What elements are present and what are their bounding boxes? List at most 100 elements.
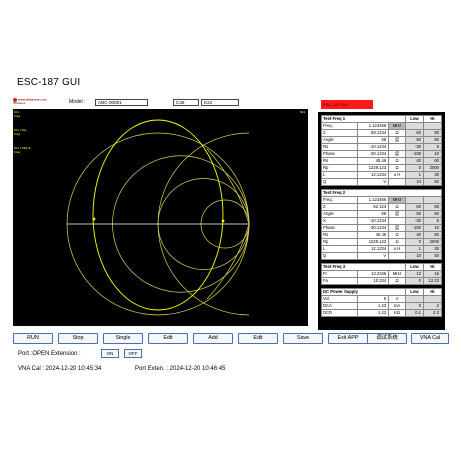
cell-name: DCA [321, 302, 358, 310]
cell-value: -30.1234 [356, 150, 390, 158]
smith-chart-panel: S11 Freq S11 / Ref Freq S11 / REF B Freq… [13, 109, 308, 326]
cell-value: 10.234 [356, 277, 390, 285]
cell-name: Freq. [321, 122, 358, 130]
results-panel: Test Freq 1 Low Hi Freq. 1.123456 MHz Z 58.1… [318, 112, 445, 330]
status-badge: ESC-187 GUI [321, 100, 373, 109]
cell-value: 45.46 [356, 157, 390, 165]
stop-button[interactable]: Stop [58, 333, 98, 344]
table-row: Rp 1229.123 Ω 0 2000 [321, 164, 443, 172]
cell-low [404, 122, 424, 130]
cell-hi [422, 122, 443, 130]
cell-value: -30.1234 [356, 224, 390, 232]
cell-hi: 80 [422, 129, 443, 137]
cell-hi: 12.23 [422, 277, 443, 285]
low-header: Low [404, 263, 424, 271]
cell-unit [388, 252, 406, 260]
table-row: X -10.1234 -30 5 [321, 217, 443, 225]
cell-low: 10 [404, 178, 424, 186]
marker-2 [221, 219, 225, 223]
cell-name: Rp [321, 164, 358, 172]
exit-app-button[interactable]: Exit APP [328, 333, 368, 344]
table-row: Q V 10 50 [321, 252, 443, 260]
cell-unit: Ω [388, 164, 406, 172]
cell-low: 60 [404, 129, 424, 137]
cell-unit: Ω [388, 157, 406, 165]
edit-2-button[interactable]: Edit [238, 333, 278, 344]
chart-legend: S11 Freq S11 / Ref Freq S11 / REF B Freq [14, 110, 30, 154]
cell-unit: KΩ [388, 309, 406, 317]
table-row: Fa 10.234 Ω 0 12.23 [321, 277, 443, 285]
cell-hi: 50 [422, 252, 443, 260]
cell-hi: 15 [422, 270, 443, 278]
extension-off-button[interactable]: OFF [124, 349, 142, 358]
cell-low: 0 [404, 302, 424, 310]
dc-power-table: DC Power Supply Low Hi Vol. 5 V DCA 1.23 mA 0 2… [321, 288, 443, 317]
cell-unit: u H [388, 171, 406, 179]
cell-name: X [321, 217, 358, 225]
cell-low: 50 [404, 136, 424, 144]
cell-name: Rs [321, 143, 358, 151]
cell-value: 1.23 [356, 302, 390, 310]
cell-hi: 2000 [422, 164, 443, 172]
vna-cal-timestamp: VNA Cal : 2024-12-20 10:45:34 [18, 366, 102, 372]
cell-value: -10.1234 [356, 217, 390, 225]
cell-unit: u H [388, 245, 406, 253]
cell-low: 0.1 [404, 309, 424, 317]
smith-chart [66, 119, 250, 316]
cell-name: Phase [321, 224, 358, 232]
table-row: Angle 58 度 50 60 [321, 136, 443, 144]
cell-hi: 60 [422, 231, 443, 239]
cell-hi: 80 [422, 203, 443, 211]
save-button[interactable]: Save [283, 333, 323, 344]
e22-field[interactable]: E22 [201, 99, 239, 106]
cell-hi: 60 [422, 157, 443, 165]
cell-low: 0 [404, 277, 424, 285]
chart-tag: S11 [299, 110, 305, 114]
single-button[interactable]: Single [103, 333, 143, 344]
port-exten-timestamp: Port Exten. : 2024-12-20 10:46:45 [135, 366, 226, 372]
cell-unit: mA [388, 302, 406, 310]
hi-header: Hi [422, 288, 443, 296]
cell-unit [388, 178, 406, 186]
cell-low: 50 [404, 210, 424, 218]
edit-button[interactable]: Edit [148, 333, 188, 344]
cell-low: -100 [404, 224, 424, 232]
cell-unit: MHz [388, 270, 406, 278]
cell-value: 62.123 [356, 203, 390, 211]
low-header: Low [404, 115, 424, 123]
cell-value: 58 [356, 210, 390, 218]
cell-name: L [321, 245, 358, 253]
cell-value: 1.123456 [356, 196, 390, 204]
add-button[interactable]: Add [193, 333, 233, 344]
extension-on-button[interactable]: ON [101, 349, 119, 358]
app-title: ESC-187 GUI [17, 77, 81, 88]
cell-name: L [321, 171, 358, 179]
cell-unit: Ω [388, 129, 406, 137]
table-row: Q V 10 50 [321, 178, 443, 186]
cell-unit: Ω [388, 231, 406, 239]
cell-hi: 2.3 [422, 309, 443, 317]
cell-low: -100 [404, 150, 424, 158]
run-button[interactable]: RUN [13, 333, 53, 344]
logo-name: Whkasent [13, 101, 26, 106]
cell-name: Angle [321, 210, 358, 218]
cell-low: 10 [404, 252, 424, 260]
cell-unit: Ω [388, 203, 406, 211]
cell-low: 60 [404, 203, 424, 211]
model-label: Model : [69, 99, 86, 105]
toolbar: RUN Stop Single Edit Add Edit Save Exit … [13, 333, 453, 345]
cell-name: Rs [321, 231, 358, 239]
table-row: Angle 58 度 50 60 [321, 210, 443, 218]
c36-field[interactable]: C36 [173, 99, 199, 106]
test-freq-1-table: Test Freq 1 Low Hi Freq. 1.123456 MHz Z 58.1… [321, 115, 443, 186]
model-field[interactable]: ABC-00001 [95, 99, 148, 106]
vna-cal-button[interactable]: VNA Cal [411, 333, 449, 344]
debug-system-button[interactable]: 调试系统 [367, 333, 407, 344]
cell-unit: Ω [388, 238, 406, 246]
cell-value: V [356, 252, 390, 260]
port-extension-label: Port :OPEN Extension : [18, 351, 81, 357]
cell-hi: 2000 [422, 238, 443, 246]
cell-low [404, 196, 424, 204]
table-row: Phase -30.1234 度 -100 10 [321, 150, 443, 158]
cell-unit: 度 [388, 210, 406, 218]
